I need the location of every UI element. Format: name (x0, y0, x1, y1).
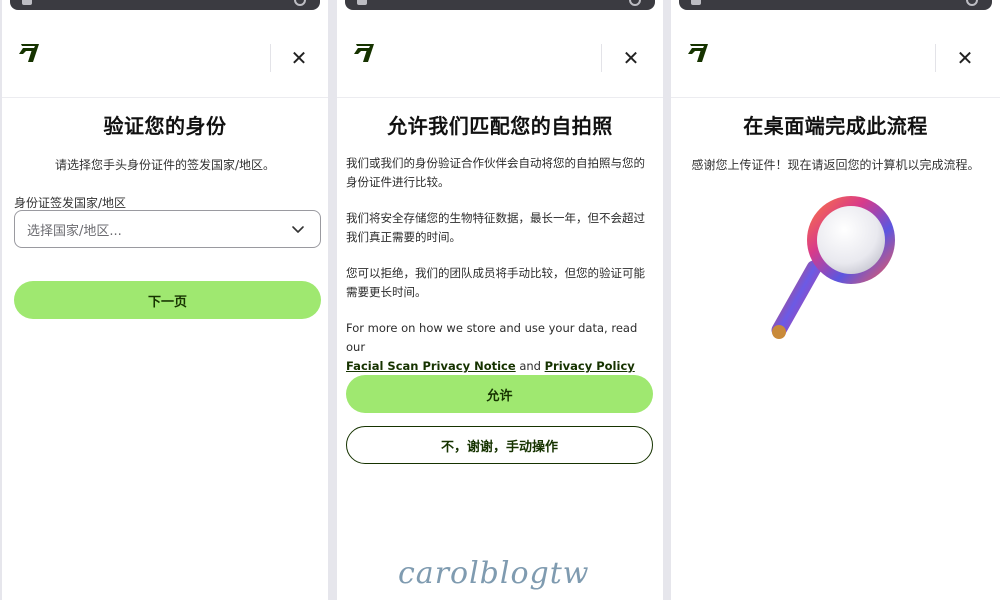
page-subtitle: 请选择您手头身份证件的签发国家/地区。 (54, 158, 276, 172)
verify-identity-panel: ✕ 验证您的身份 请选择您手头身份证件的签发国家/地区。 身份证签发国家/地区 … (2, 0, 328, 600)
next-button[interactable]: 下一页 (14, 281, 321, 319)
country-select[interactable]: 选择国家/地区... (14, 210, 321, 248)
complete-on-desktop-panel: ✕ 在桌面端完成此流程 感谢您上传证件！现在请返回您的计算机以完成流程。 (671, 0, 1000, 600)
facial-scan-privacy-link[interactable]: Facial Scan Privacy Notice (346, 359, 516, 373)
browser-url-bar[interactable] (345, 0, 655, 10)
panel-header: ✕ (337, 18, 663, 98)
consent-paragraph-2: 我们将安全存储您的生物特征数据，最长一年，但不会超过我们真正需要的时间。 (346, 211, 645, 244)
logo-icon (354, 44, 374, 62)
close-icon[interactable]: ✕ (621, 48, 641, 68)
chevron-down-icon (292, 226, 304, 233)
watermark: carolblogtw (398, 556, 590, 591)
panel-header: ✕ (2, 18, 328, 98)
logo-icon (19, 44, 39, 62)
country-field-label: 身份证签发国家/地区 (14, 196, 127, 210)
manual-verify-button[interactable]: 不，谢谢，手动操作 (346, 426, 653, 464)
logo-icon (688, 44, 708, 62)
country-select-placeholder: 选择国家/地区... (27, 223, 122, 239)
lock-icon (22, 0, 32, 5)
consent-paragraph-3: 您可以拒绝，我们的团队成员将手动比较，但您的验证可能需要更长时间。 (346, 266, 645, 299)
page-title: 在桌面端完成此流程 (743, 114, 928, 138)
lock-icon (357, 0, 367, 5)
close-icon[interactable]: ✕ (955, 48, 975, 68)
privacy-policy-link[interactable]: Privacy Policy (545, 359, 635, 373)
browser-url-bar[interactable] (679, 0, 992, 10)
consent-paragraph-1: 我们或我们的身份验证合作伙伴会自动将您的自拍照与您的身份证件进行比较。 (346, 156, 645, 189)
privacy-notice-text: For more on how we store and use your da… (346, 319, 656, 376)
selfie-consent-panel: ✕ 允许我们匹配您的自拍照 我们或我们的身份验证合作伙伴会自动将您的自拍照与您的… (337, 0, 663, 600)
close-icon[interactable]: ✕ (289, 48, 309, 68)
reload-icon[interactable] (294, 0, 306, 6)
browser-url-bar[interactable] (10, 0, 320, 10)
header-divider (270, 44, 271, 72)
header-divider (935, 44, 936, 72)
reload-icon[interactable] (629, 0, 641, 6)
page-title: 允许我们匹配您的自拍照 (387, 114, 613, 138)
privacy-text-prefix: For more on how we store and use your da… (346, 321, 638, 354)
allow-button[interactable]: 允许 (346, 375, 653, 413)
page-title: 验证您的身份 (103, 114, 227, 138)
magnifier-illustration (771, 196, 895, 339)
and-text: and (519, 359, 541, 373)
reload-icon[interactable] (966, 0, 978, 6)
page-subtitle: 感谢您上传证件！现在请返回您的计算机以完成流程。 (691, 158, 980, 172)
header-divider (601, 44, 602, 72)
panel-header: ✕ (671, 18, 1000, 98)
lock-icon (691, 0, 701, 5)
